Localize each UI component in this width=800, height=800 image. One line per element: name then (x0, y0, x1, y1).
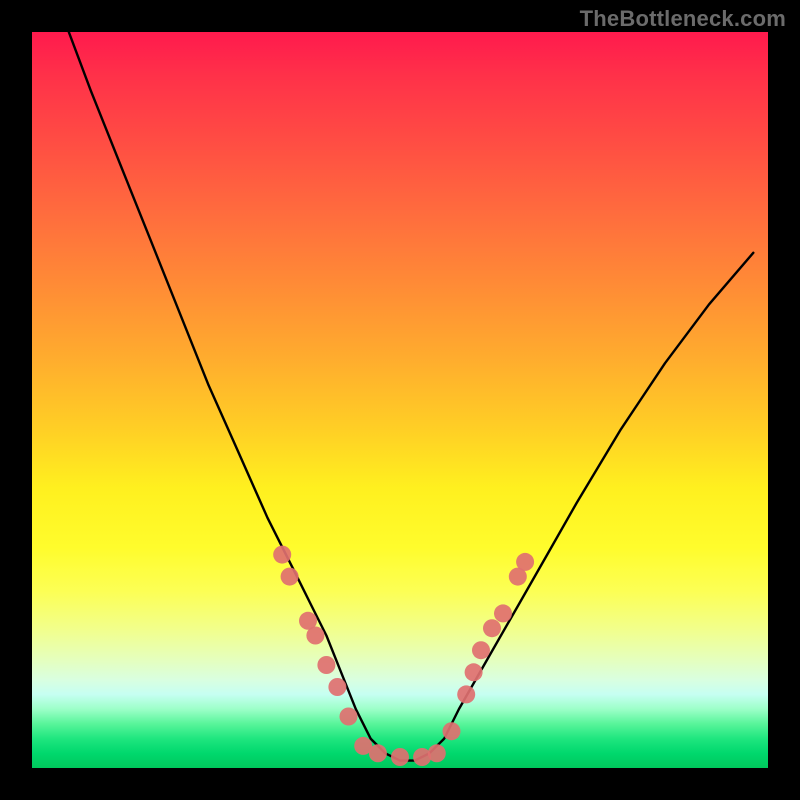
curve-highlight-markers (273, 546, 534, 766)
marker-dot (457, 685, 475, 703)
marker-dot (391, 748, 409, 766)
marker-dot (516, 553, 534, 571)
marker-dot (317, 656, 335, 674)
marker-dot (472, 641, 490, 659)
marker-dot (443, 722, 461, 740)
marker-dot (273, 546, 291, 564)
marker-dot (428, 744, 446, 762)
marker-dot (306, 627, 324, 645)
marker-dot (369, 744, 387, 762)
chart-frame: TheBottleneck.com (0, 0, 800, 800)
marker-dot (465, 663, 483, 681)
watermark-text: TheBottleneck.com (580, 6, 786, 32)
marker-dot (483, 619, 501, 637)
plot-area (32, 32, 768, 768)
marker-dot (281, 568, 299, 586)
marker-dot (340, 708, 358, 726)
chart-svg (32, 32, 768, 768)
marker-dot (494, 604, 512, 622)
marker-dot (328, 678, 346, 696)
bottleneck-curve (69, 32, 754, 761)
